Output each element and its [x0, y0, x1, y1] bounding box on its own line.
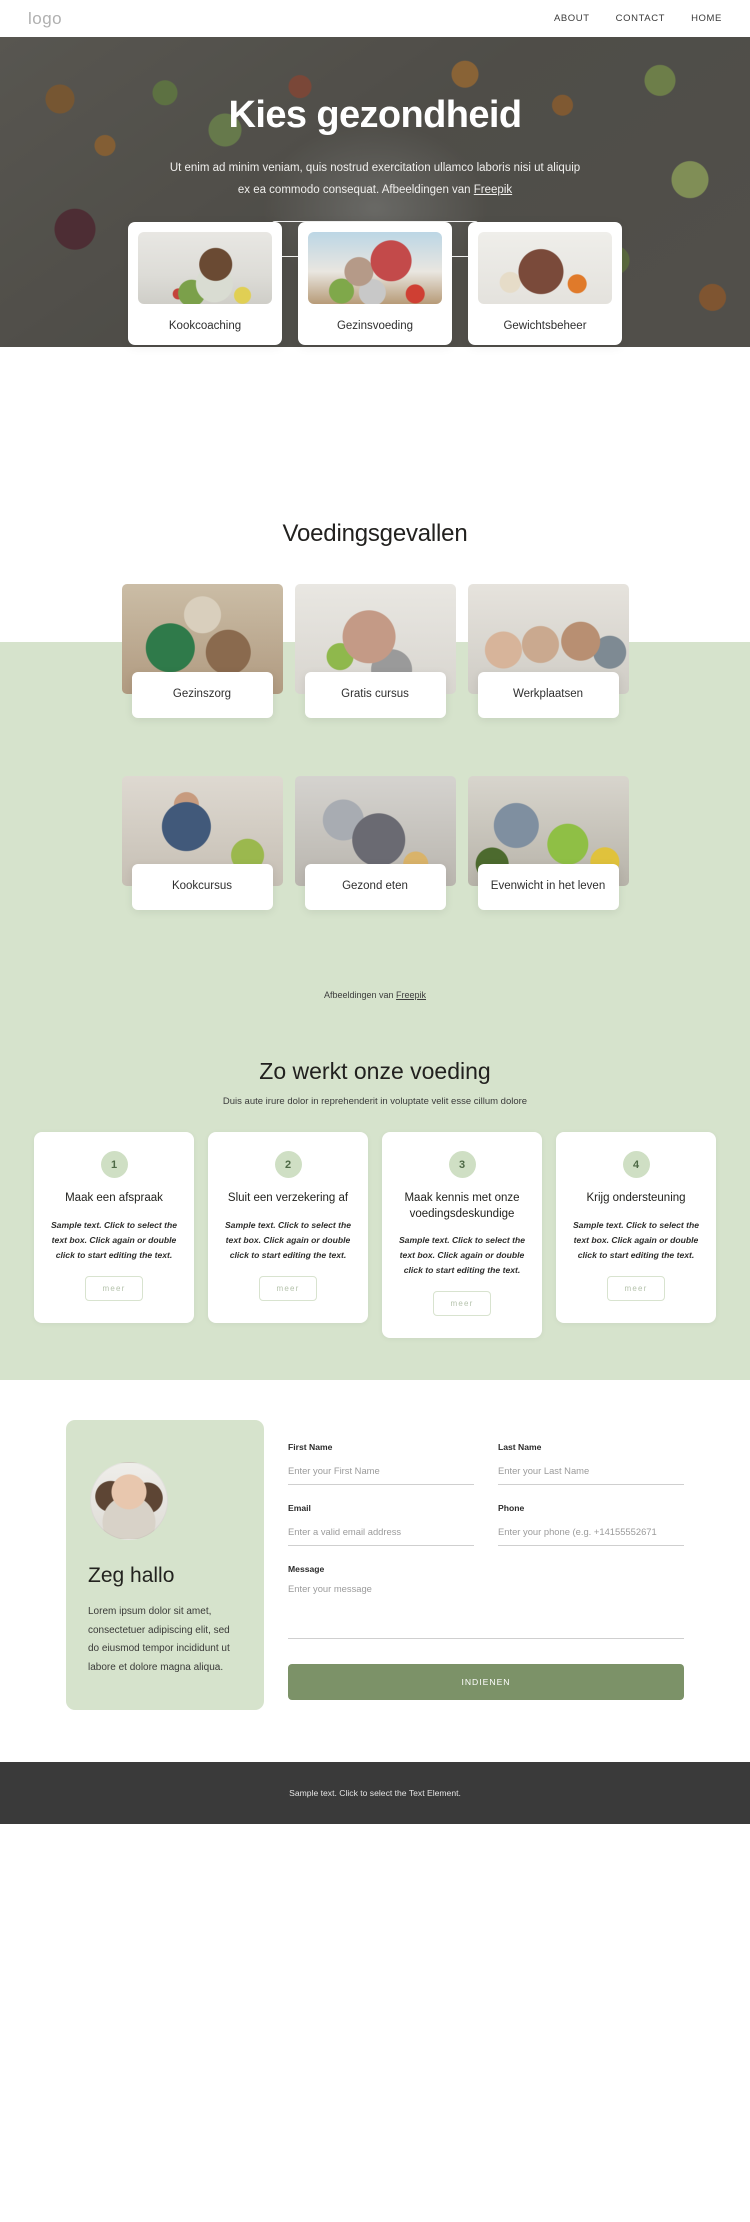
field-email: Email: [288, 1503, 474, 1547]
steps-subtitle: Duis aute irure dolor in reprehenderit i…: [222, 1096, 528, 1107]
site-logo[interactable]: logo: [28, 9, 62, 29]
contact-inner: Zeg hallo Lorem ipsum dolor sit amet, co…: [66, 1420, 684, 1711]
contact-paragraph: Lorem ipsum dolor sit amet, consectetuer…: [88, 1606, 230, 1673]
hero-title: Kies gezondheid: [228, 94, 523, 136]
field-first-name: First Name: [288, 1442, 474, 1486]
steps-grid: 1 Maak een afspraak Sample text. Click t…: [0, 1132, 750, 1339]
first-name-input[interactable]: [288, 1465, 474, 1486]
case-label-evenwicht: Evenwicht in het leven: [477, 864, 619, 910]
step-text-4: Sample text. Click to select the text bo…: [572, 1219, 700, 1260]
nav-item-about[interactable]: ABOUT: [554, 13, 590, 24]
form-row-name: First Name Last Name: [288, 1442, 684, 1486]
service-image-kookcoaching: [138, 232, 272, 304]
service-label-gewichtsbeheer: Gewichtsbeheer: [503, 320, 587, 332]
contact-heading: Zeg hallo: [88, 1564, 175, 1588]
step-more-button-2[interactable]: meer: [259, 1275, 317, 1301]
service-card-kookcoaching[interactable]: Kookcoaching: [128, 222, 282, 345]
service-image-gewichtsbeheer: [478, 232, 612, 304]
service-card-gewichtsbeheer[interactable]: Gewichtsbeheer: [468, 222, 622, 345]
step-card-2: 2 Sluit een verzekering af Sample text. …: [208, 1132, 368, 1323]
field-last-name: Last Name: [498, 1442, 684, 1486]
step-title-2: Sluit een verzekering af: [227, 1192, 349, 1204]
step-more-button-3[interactable]: meer: [433, 1291, 491, 1317]
main-navigation: ABOUT CONTACT HOME: [554, 13, 722, 24]
site-header: logo ABOUT CONTACT HOME: [0, 0, 750, 37]
services-spacer: [0, 347, 750, 474]
cases-freepik-link[interactable]: Freepik: [396, 990, 426, 1000]
case-label-werkplaatsen: Werkplaatsen: [477, 672, 619, 718]
hero-subtitle-line-1: Ut enim ad minim veniam, quis nostrud ex…: [169, 161, 581, 174]
cases-credit-text: Afbeeldingen van: [323, 990, 397, 1000]
case-card-evenwicht[interactable]: Evenwicht in het leven: [467, 776, 629, 956]
cases-grid: Gezinszorg Gratis cursus Werkplaatsen Ko…: [0, 548, 750, 956]
contact-info-card: Zeg hallo Lorem ipsum dolor sit amet, co…: [66, 1420, 264, 1711]
case-label-gezinszorg: Gezinszorg: [131, 672, 273, 718]
service-card-gezinsvoeding[interactable]: Gezinsvoeding: [298, 222, 452, 345]
case-card-gratis-cursus[interactable]: Gratis cursus: [294, 584, 456, 764]
field-phone: Phone: [498, 1503, 684, 1547]
email-input[interactable]: [288, 1526, 474, 1547]
step-card-4: 4 Krijg ondersteuning Sample text. Click…: [556, 1132, 716, 1323]
service-image-gezinsvoeding: [308, 232, 442, 304]
hero-freepik-link[interactable]: Freepik: [474, 184, 512, 196]
case-label-kookcursus: Kookcursus: [131, 864, 273, 910]
service-label-gezinsvoeding: Gezinsvoeding: [336, 320, 414, 332]
steps-section: Zo werkt onze voeding Duis aute irure do…: [0, 1000, 750, 1381]
avatar: [90, 1462, 168, 1541]
case-card-gezond-eten[interactable]: Gezond eten: [294, 776, 456, 956]
phone-input[interactable]: [498, 1526, 684, 1547]
step-title-4: Krijg ondersteuning: [586, 1192, 686, 1204]
step-text-3: Sample text. Click to select the text bo…: [398, 1235, 526, 1276]
hero-subtitle: Ut enim ad minim veniam, quis nostrud ex…: [0, 157, 750, 202]
cases-section: Voedingsgevallen Gezinszorg Gratis cursu…: [0, 474, 750, 1000]
email-label: Email: [288, 1503, 311, 1514]
step-more-button-4[interactable]: meer: [607, 1275, 665, 1301]
field-message: Message: [288, 1564, 684, 1644]
case-label-gezond-eten: Gezond eten: [304, 864, 446, 910]
first-name-label: First Name: [288, 1442, 333, 1453]
page-root: logo ABOUT CONTACT HOME Kies gezondheid …: [0, 0, 750, 1825]
cases-title: Voedingsgevallen: [282, 520, 468, 547]
services-card-strip: Kookcoaching Gezinsvoeding Gewichtsbehee…: [0, 222, 750, 345]
step-text-2: Sample text. Click to select the text bo…: [224, 1219, 352, 1260]
step-title-3: Maak kennis met onze voedingsdeskundige: [404, 1192, 520, 1220]
service-label-kookcoaching: Kookcoaching: [168, 320, 242, 332]
nav-item-contact[interactable]: CONTACT: [616, 13, 665, 24]
step-number-badge-4: 4: [622, 1151, 650, 1178]
step-text-1: Sample text. Click to select the text bo…: [50, 1219, 178, 1260]
case-label-gratis-cursus: Gratis cursus: [304, 672, 446, 718]
step-number-badge-2: 2: [274, 1151, 302, 1178]
case-card-kookcursus[interactable]: Kookcursus: [121, 776, 283, 956]
step-card-1: 1 Maak een afspraak Sample text. Click t…: [34, 1132, 194, 1323]
phone-label: Phone: [498, 1503, 525, 1514]
contact-section: Zeg hallo Lorem ipsum dolor sit amet, co…: [0, 1380, 750, 1763]
message-input[interactable]: [288, 1583, 684, 1640]
step-more-button-1[interactable]: meer: [85, 1275, 143, 1301]
footer-text: Sample text. Click to select the Text El…: [289, 1788, 461, 1799]
message-label: Message: [288, 1564, 325, 1575]
hero-subtitle-line-2: ex ea commodo consequat. Afbeeldingen va…: [237, 184, 474, 197]
last-name-label: Last Name: [498, 1442, 542, 1453]
last-name-input[interactable]: [498, 1465, 684, 1486]
step-title-1: Maak een afspraak: [65, 1192, 163, 1204]
form-row-contact: Email Phone: [288, 1503, 684, 1547]
cases-credit: Afbeeldingen van Freepik: [0, 956, 750, 1000]
step-card-3: 3 Maak kennis met onze voedingsdeskundig…: [382, 1132, 542, 1339]
nav-item-home[interactable]: HOME: [691, 13, 722, 24]
case-card-werkplaatsen[interactable]: Werkplaatsen: [467, 584, 629, 764]
steps-title: Zo werkt onze voeding: [259, 1058, 491, 1084]
services-section: Kookcoaching Gezinsvoeding Gewichtsbehee…: [0, 222, 750, 474]
contact-form: First Name Last Name Email Phone: [288, 1420, 684, 1701]
submit-button[interactable]: INDIENEN: [288, 1664, 684, 1701]
site-footer: Sample text. Click to select the Text El…: [0, 1762, 750, 1825]
step-number-badge-1: 1: [100, 1151, 128, 1178]
case-card-gezinszorg[interactable]: Gezinszorg: [121, 584, 283, 764]
step-number-badge-3: 3: [448, 1151, 476, 1178]
